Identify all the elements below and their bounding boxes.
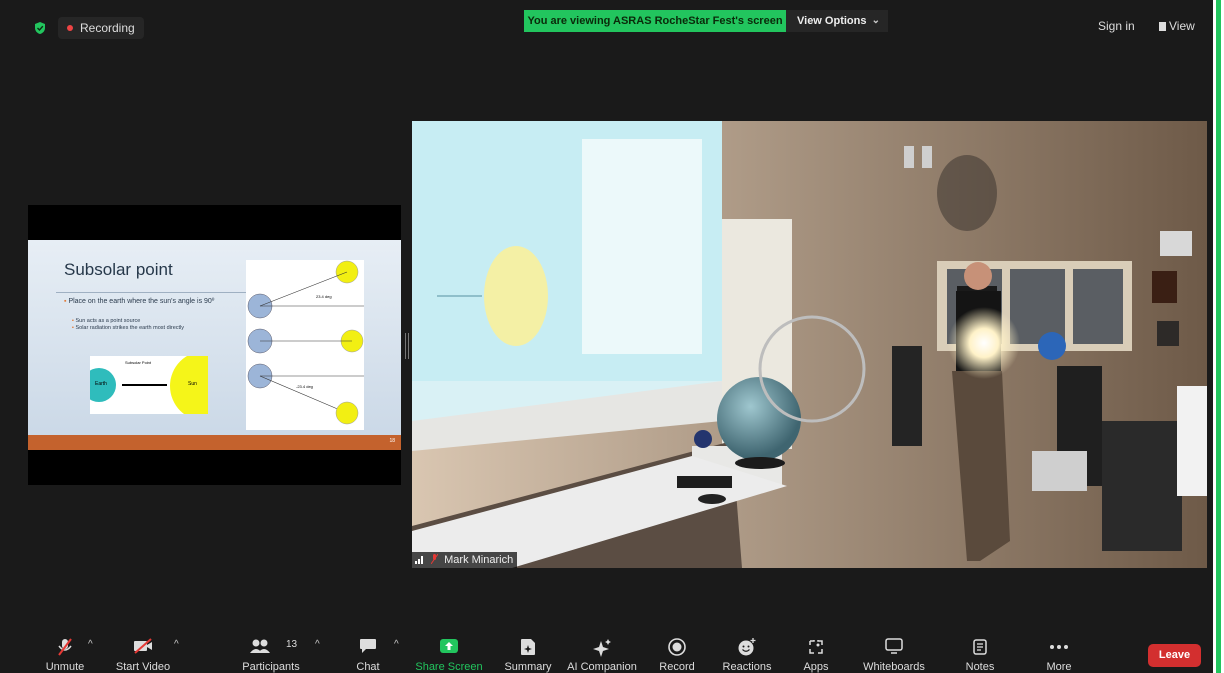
sun-label: Sun bbox=[188, 381, 197, 387]
whiteboard-icon bbox=[885, 638, 903, 654]
top-bar: Recording You are viewing ASRAS RocheSta… bbox=[0, 10, 1213, 40]
chevron-down-icon: ⌄ bbox=[871, 15, 880, 26]
view-options-label: View Options bbox=[797, 15, 867, 27]
viewing-screen-banner: You are viewing ASRAS RocheStar Fest's s… bbox=[524, 10, 786, 32]
diagram-angle-label-1: 23.4 deg bbox=[316, 294, 332, 299]
start-video-label: Start Video bbox=[115, 661, 171, 673]
subsolar-mini-diagram: Earth Sun Subsolar Point bbox=[90, 356, 208, 414]
more-button[interactable]: More bbox=[1014, 628, 1104, 673]
recording-label: Recording bbox=[80, 21, 135, 35]
seasonal-sun-diagram: 23.4 deg -23.4 deg bbox=[246, 260, 364, 430]
slide-bullet-main: ▪ Place on the earth where the sun's ang… bbox=[64, 298, 215, 305]
participant-name: Mark Minarich bbox=[444, 554, 514, 566]
subsolar-label: Subsolar Point bbox=[125, 360, 152, 365]
slide-footer: 18 bbox=[28, 435, 401, 450]
view-options-button[interactable]: View Options ⌄ bbox=[786, 10, 888, 32]
view-button[interactable]: View bbox=[1159, 19, 1195, 33]
share-screen-icon bbox=[440, 639, 458, 653]
ai-sparkle-icon bbox=[593, 639, 611, 657]
shared-screen-panel[interactable]: Subsolar point ▪ Place on the earth wher… bbox=[28, 205, 401, 485]
notes-button[interactable]: Notes bbox=[935, 628, 1025, 673]
slide-title: Subsolar point bbox=[64, 260, 173, 279]
video-options-caret[interactable]: ^ bbox=[174, 639, 179, 650]
meeting-stage: Recording You are viewing ASRAS RocheSta… bbox=[0, 0, 1213, 673]
view-label: View bbox=[1169, 19, 1195, 33]
unmute-button[interactable]: Unmute bbox=[20, 628, 110, 673]
chat-label: Chat bbox=[356, 661, 380, 673]
participants-icon bbox=[250, 639, 271, 653]
window-share-border bbox=[1213, 0, 1224, 673]
slide-page-number: 18 bbox=[389, 438, 395, 444]
start-video-button[interactable]: Start Video bbox=[98, 628, 188, 673]
audio-options-caret[interactable]: ^ bbox=[88, 639, 93, 650]
reactions-icon bbox=[738, 638, 756, 656]
share-screen-button[interactable]: Share Screen bbox=[404, 628, 494, 673]
recording-indicator[interactable]: Recording bbox=[58, 17, 144, 39]
apps-label: Apps bbox=[803, 661, 829, 673]
participant-count: 13 bbox=[286, 639, 298, 650]
summary-icon bbox=[521, 639, 535, 655]
whiteboards-button[interactable]: Whiteboards bbox=[849, 628, 939, 673]
earth-label: Earth bbox=[95, 381, 107, 387]
participants-options-caret[interactable]: ^ bbox=[315, 639, 320, 650]
video-off-icon bbox=[134, 638, 152, 654]
more-dots-icon bbox=[1050, 645, 1068, 649]
participant-video[interactable]: Mark Minarich bbox=[412, 121, 1207, 568]
sign-in-link[interactable]: Sign in bbox=[1098, 19, 1135, 33]
participants-button[interactable]: Participants bbox=[226, 628, 316, 673]
chat-icon bbox=[360, 639, 376, 653]
presentation-slide: Subsolar point ▪ Place on the earth wher… bbox=[28, 240, 401, 450]
participant-name-tag: Mark Minarich bbox=[412, 552, 518, 568]
more-label: More bbox=[1046, 661, 1072, 673]
apps-button[interactable]: Apps bbox=[771, 628, 861, 673]
leave-button[interactable]: Leave bbox=[1148, 644, 1201, 667]
chat-options-caret[interactable]: ^ bbox=[394, 639, 399, 650]
whiteboards-label: Whiteboards bbox=[863, 661, 925, 673]
share-screen-label: Share Screen bbox=[415, 661, 483, 673]
notes-label: Notes bbox=[965, 661, 995, 673]
muted-mic-icon bbox=[58, 638, 72, 656]
split-resize-handle[interactable] bbox=[405, 333, 409, 359]
unmute-label: Unmute bbox=[45, 661, 85, 673]
sun-ray-arrow bbox=[122, 384, 167, 386]
video-frame bbox=[412, 121, 1207, 568]
signal-strength-icon bbox=[415, 556, 423, 564]
shield-icon[interactable] bbox=[33, 21, 47, 35]
slide-bullet-sub: ▪ Sun acts as a point source ▪ Solar rad… bbox=[72, 318, 185, 331]
meeting-toolbar: Unmute ^ Start Video ^ Participants 13 ^… bbox=[0, 628, 1213, 673]
notes-icon bbox=[973, 639, 987, 655]
muted-mic-icon bbox=[431, 554, 439, 564]
chat-button[interactable]: Chat bbox=[323, 628, 413, 673]
record-icon bbox=[668, 638, 686, 656]
slide-divider bbox=[56, 292, 266, 293]
diagram-angle-label-2: -23.4 deg bbox=[296, 384, 313, 389]
participants-label: Participants bbox=[242, 661, 300, 673]
view-layout-icon bbox=[1159, 22, 1166, 31]
apps-icon bbox=[809, 640, 823, 654]
